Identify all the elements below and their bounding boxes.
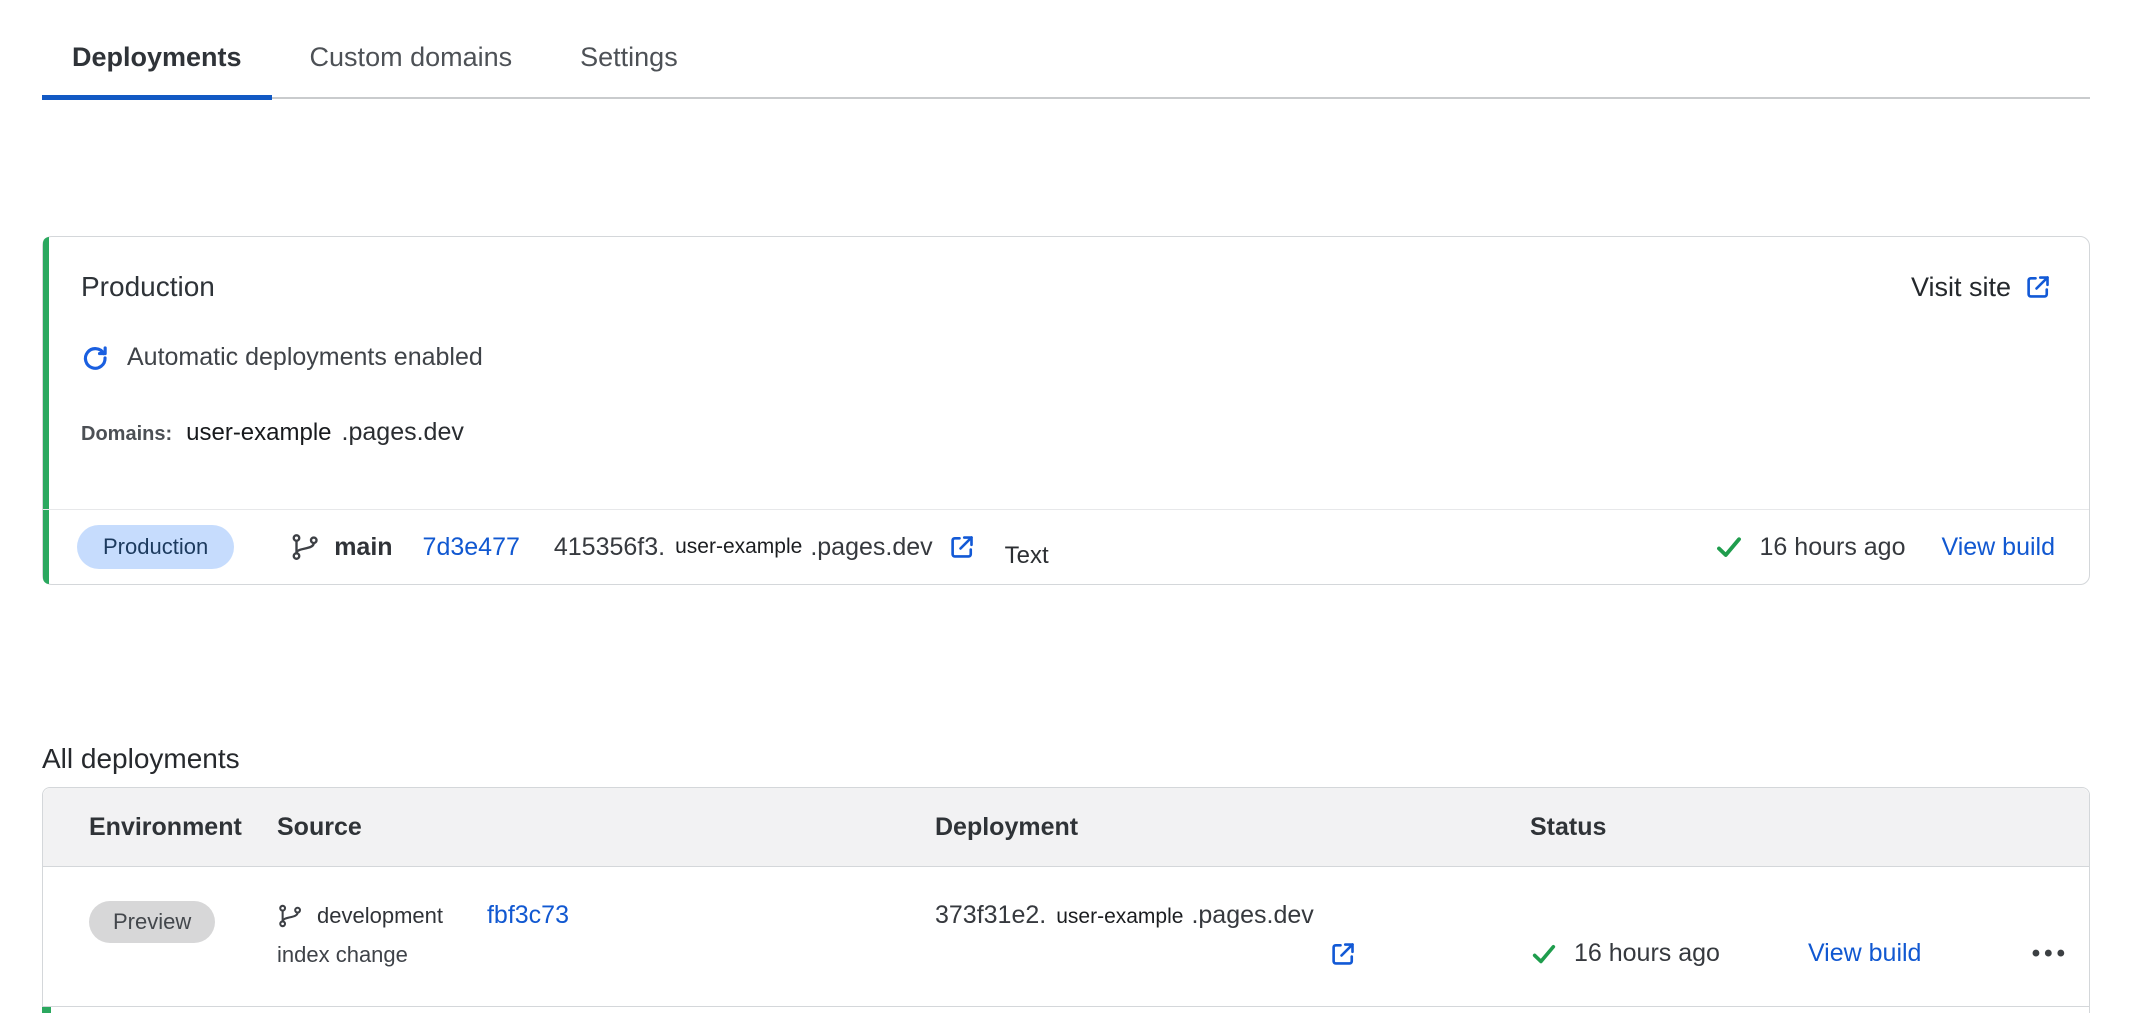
- production-deployment-row: Production main 7d3e477 415356f3. user-e…: [43, 509, 2089, 584]
- tab-bar: Deployments Custom domains Settings: [42, 26, 2090, 99]
- check-icon: [1714, 532, 1744, 562]
- deploy-time: 16 hours ago: [1760, 533, 1906, 562]
- column-header-source: Source: [231, 813, 889, 842]
- next-row-status-bar: [42, 1007, 51, 1013]
- external-link-icon: [2023, 272, 2053, 302]
- table-header-row: Environment Source Deployment Status: [43, 788, 2089, 867]
- environment-badge: Preview: [89, 901, 215, 943]
- auto-deployments-text: Automatic deployments enabled: [127, 343, 483, 372]
- tab-custom-domains[interactable]: Custom domains: [280, 26, 543, 97]
- column-header-deployment: Deployment: [889, 813, 1484, 842]
- deployments-table: Environment Source Deployment Status Pre…: [42, 787, 2090, 1013]
- next-row-peek: [43, 1007, 2089, 1013]
- production-title: Production: [81, 271, 215, 303]
- tab-settings[interactable]: Settings: [550, 26, 708, 97]
- visit-site-label: Visit site: [1911, 272, 2011, 303]
- row-menu-button[interactable]: •••: [2032, 940, 2069, 968]
- deployment-url-name: user-example: [675, 535, 802, 559]
- branch-name: development: [317, 903, 443, 929]
- deployment-url-prefix: 373f31e2.: [935, 901, 1046, 930]
- table-row: Preview development fbf3c73 index change: [43, 867, 2089, 1007]
- environment-badge: Production: [77, 525, 234, 569]
- view-build-link[interactable]: View build: [1941, 533, 2055, 562]
- production-card: Production Visit site Automatic deployme…: [42, 236, 2090, 585]
- git-branch-icon: [290, 532, 320, 562]
- external-link-icon[interactable]: [1328, 939, 1358, 969]
- column-header-status: Status: [1484, 813, 2089, 842]
- branch-name: main: [334, 533, 392, 562]
- annotation-text: Text: [1005, 542, 1049, 570]
- view-build-link[interactable]: View build: [1808, 939, 1922, 968]
- git-branch-icon: [277, 903, 303, 929]
- commit-message: index change: [277, 942, 889, 968]
- domain-name: user-example: [186, 419, 331, 447]
- domain-suffix: .pages.dev: [342, 418, 464, 447]
- commit-link[interactable]: 7d3e477: [423, 533, 520, 562]
- all-deployments-title: All deployments: [42, 743, 240, 775]
- visit-site-link[interactable]: Visit site: [1911, 272, 2053, 303]
- deployment-url-suffix: .pages.dev: [810, 533, 932, 562]
- deploy-time: 16 hours ago: [1574, 939, 1720, 968]
- tab-deployments[interactable]: Deployments: [42, 26, 272, 97]
- deployment-url-prefix: 415356f3.: [554, 533, 665, 562]
- column-header-environment: Environment: [43, 813, 231, 842]
- domains-label: Domains:: [81, 423, 172, 446]
- check-icon: [1530, 940, 1558, 968]
- deployment-url-name: user-example: [1056, 905, 1183, 929]
- external-link-icon[interactable]: [947, 532, 977, 562]
- refresh-icon: [81, 344, 109, 372]
- commit-link[interactable]: fbf3c73: [487, 901, 569, 930]
- deployment-url-suffix: .pages.dev: [1191, 901, 1313, 930]
